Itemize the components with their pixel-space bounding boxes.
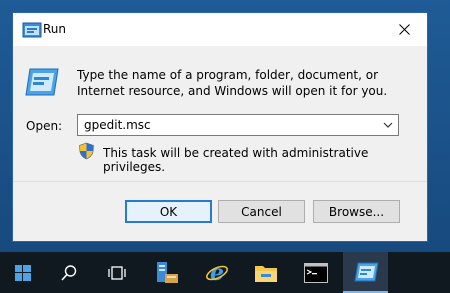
open-input[interactable]: gpedit.msc (84, 118, 151, 132)
title-bar[interactable]: Run (13, 13, 427, 46)
file-explorer-button[interactable] (244, 252, 288, 293)
search-button[interactable] (47, 252, 91, 293)
chevron-down-icon[interactable] (381, 119, 395, 131)
admin-privileges-note: This task will be created with administr… (103, 146, 369, 174)
internet-explorer-icon: e (206, 261, 228, 285)
cancel-button[interactable]: Cancel (218, 200, 305, 223)
command-prompt-button[interactable] (294, 252, 338, 293)
task-view-icon (108, 265, 126, 280)
internet-explorer-button[interactable]: e (195, 252, 239, 293)
command-prompt-icon (304, 262, 328, 283)
run-taskbar-button[interactable] (343, 252, 388, 293)
svg-text:e: e (210, 261, 224, 285)
start-button[interactable] (0, 252, 45, 293)
close-icon (399, 24, 410, 35)
ok-button[interactable]: OK (125, 200, 212, 223)
run-program-icon (25, 68, 59, 96)
window-title: Run (43, 22, 67, 36)
file-explorer-icon (255, 265, 277, 282)
open-label: Open: (26, 119, 63, 133)
search-icon (61, 264, 77, 281)
run-icon (22, 22, 42, 38)
open-combobox[interactable]: gpedit.msc (77, 114, 399, 136)
start-icon (14, 264, 31, 281)
run-icon (353, 262, 379, 281)
server-manager-button[interactable] (145, 252, 189, 293)
browse-button[interactable]: Browse... (313, 200, 400, 223)
run-description: Type the name of a program, folder, docu… (77, 68, 388, 98)
shield-icon (79, 142, 94, 160)
task-view-button[interactable] (95, 252, 139, 293)
server-manager-icon (157, 261, 178, 283)
close-button[interactable] (382, 13, 427, 46)
taskbar: e (0, 252, 450, 293)
run-dialog: Run Type the name of a program, folder, … (12, 12, 428, 242)
